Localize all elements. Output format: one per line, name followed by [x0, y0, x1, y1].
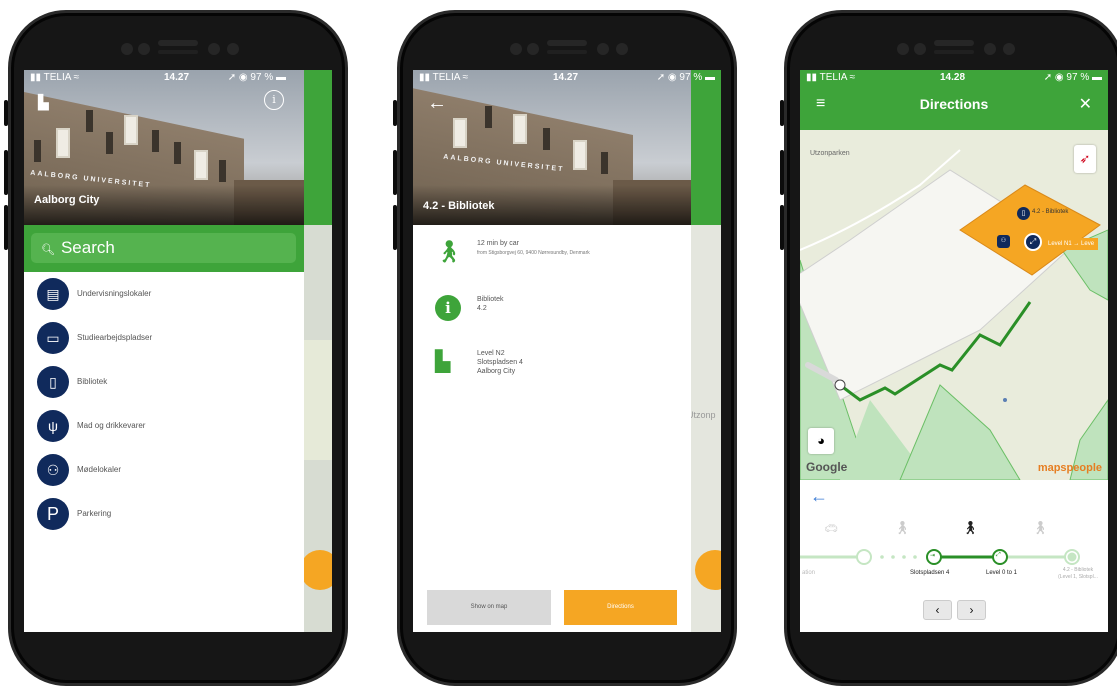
category-label: Mad og drikkevarer — [77, 421, 146, 430]
lectern-icon: ▤ — [37, 278, 69, 310]
screen: AALBORG UNIVERSITET Aalborg City ▙ i ▮▮ … — [24, 70, 332, 632]
category-label: Parkering — [77, 509, 112, 518]
battery-label: ➚ ◉ 97 % ▬ — [227, 72, 286, 83]
phone-directions: ≡ Directions ✕ ▮▮ TELIA ≈ 14.28 ➚ ◉ 97 %… — [776, 0, 1117, 693]
carrier-label: ▮▮ TELIA ≈ — [419, 72, 469, 83]
travel-time: 12 min by car — [477, 240, 520, 247]
carrier-label: ▮▮ TELIA ≈ — [806, 72, 856, 83]
step-label-1: Slotspladsen 4 — [910, 570, 950, 576]
status-bar: ▮▮ TELIA ≈ 14.28 ➚ ◉ 97 % ▬ — [800, 70, 1108, 86]
close-icon[interactable]: ✕ — [1079, 94, 1092, 114]
carrier-label: ▮▮ TELIA ≈ — [30, 72, 80, 83]
category-item[interactable]: P Parkering — [37, 498, 297, 534]
map-peek-label: Utzonp — [687, 410, 716, 420]
compass-icon[interactable]: ➶ — [1074, 145, 1096, 173]
status-bar: ▮▮ TELIA ≈ 14.27 ➚ ◉ 97 % ▬ — [24, 70, 332, 86]
library-poi-icon[interactable]: ▯ — [1017, 207, 1030, 220]
phone-details: Utzonp AALBORG UNIVERSITET 4.2 - Bibliot… — [389, 0, 749, 693]
category-label: Bibliotek — [77, 377, 108, 386]
location-name: Bibliotek — [477, 296, 504, 303]
parking-icon: P — [37, 498, 69, 530]
info-icon: i — [435, 295, 461, 321]
location-title: 4.2 - Bibliotek — [423, 200, 495, 212]
building-icon[interactable]: ▙ — [38, 94, 49, 111]
cutlery-icon: ψ — [37, 410, 69, 442]
book-icon: ▯ — [37, 366, 69, 398]
show-on-map-button[interactable]: Show on map — [427, 590, 551, 625]
computer-icon: ▭ — [37, 322, 69, 354]
step-label-2: Level 0 to 1 — [986, 570, 1018, 576]
category-label: Mødelokaler — [77, 465, 122, 474]
category-item[interactable]: ▭ Studiearbejdspladser — [37, 322, 297, 358]
poi-label: 4.2 - Bibliotek — [1032, 209, 1069, 215]
back-arrow-icon[interactable]: ← — [810, 486, 828, 507]
phone-menu: AALBORG UNIVERSITET Aalborg City ▙ i ▮▮ … — [0, 0, 360, 693]
phone-sensors — [492, 35, 642, 61]
map-canvas — [800, 149, 1108, 480]
status-time: 14.28 — [940, 72, 966, 83]
venue-title: Aalborg City — [34, 194, 100, 206]
park-label: Utzonparken — [810, 150, 850, 157]
car-icon: 🚗︎ — [824, 523, 838, 535]
route-steps-panel: ← 🚗︎ 🚶︎ 🚶︎ 🚶︎ ⇥ ⤢ ation Slotspladsen 4 L… — [800, 480, 1108, 632]
category-item[interactable]: ⚇ Mødelokaler — [37, 454, 297, 490]
travel-origin: from Stigsborgvej 60, 9400 Nørresundby, … — [477, 250, 590, 256]
level-tag: Level N1 → Leve — [1044, 238, 1099, 250]
phone-sensors — [879, 35, 1029, 61]
building-icon: ▙ — [435, 351, 451, 373]
header-photo: AALBORG UNIVERSITET 4.2 - Bibliotek ← — [413, 70, 691, 225]
category-item[interactable]: ψ Mad og drikkevarer — [37, 410, 297, 446]
battery-label: ➚ ◉ 97 % ▬ — [656, 72, 715, 83]
search-icon: 🔍︎ — [41, 244, 55, 256]
google-logo: Google — [806, 460, 848, 474]
status-bar: ▮▮ TELIA ≈ 14.27 ➚ ◉ 97 % ▬ — [413, 70, 721, 86]
directions-title: Directions — [919, 96, 989, 112]
next-step-button[interactable]: › — [957, 600, 986, 620]
battery-label: ➚ ◉ 97 % ▬ — [1043, 72, 1102, 83]
mapspeople-logo: mapspeople — [1037, 462, 1102, 474]
category-label: Studiearbejdspladser — [77, 333, 153, 342]
details-panel: 🚶︎ 12 min by car from Stigsborgvej 60, 94… — [413, 225, 691, 632]
step-label-3: 4.2 - Bibliotek (Level 1, Slotspl... — [1058, 567, 1098, 580]
map-peek: Utzonp — [687, 70, 721, 632]
walk-icon-faded: 🚶︎ — [1032, 520, 1049, 535]
search-input[interactable]: 🔍︎ Search — [31, 233, 296, 263]
venue-label: Aalborg City — [477, 368, 516, 375]
category-label: Undervisningslokaler — [77, 289, 152, 298]
search-bar: 🔍︎ Search — [24, 225, 304, 272]
category-item[interactable]: ▯ Bibliotek — [37, 366, 297, 402]
walking-icon: 🚶︎ — [435, 239, 463, 264]
indoor-map[interactable]: Utzonparken ▯ 4.2 - Bibliotek ⚇ ⤢ Level … — [800, 130, 1108, 480]
back-arrow-icon[interactable]: ← — [427, 92, 447, 115]
level-label: Level N2 — [477, 350, 505, 357]
screen: Utzonp AALBORG UNIVERSITET 4.2 - Bibliot… — [413, 70, 721, 632]
previous-step-button[interactable]: ‹ — [923, 600, 952, 620]
elevator-marker-icon[interactable]: ⤢ — [1024, 233, 1042, 251]
status-time: 14.27 — [164, 72, 190, 83]
header-photo: AALBORG UNIVERSITET Aalborg City ▙ i — [24, 70, 304, 225]
elevator-icon: ⤢ — [996, 552, 1001, 558]
meeting-poi-icon[interactable]: ⚇ — [997, 235, 1010, 248]
walk-icon-active: 🚶︎ — [962, 520, 979, 535]
entrance-icon: ⇥ — [930, 553, 936, 559]
walk-icon-faded: 🚶︎ — [894, 520, 911, 535]
info-icon[interactable]: i — [264, 90, 284, 110]
category-list: ▤ Undervisningslokaler ▭ Studiearbejdspl… — [24, 272, 304, 632]
location-code: 4.2 — [477, 305, 487, 312]
directions-button[interactable]: Directions — [564, 590, 677, 625]
search-placeholder: Search — [60, 238, 115, 257]
street-label: Slotspladsen 4 — [477, 359, 523, 366]
category-item[interactable]: ▤ Undervisningslokaler — [37, 278, 297, 314]
phone-sensors — [103, 35, 253, 61]
recenter-icon[interactable]: ◕ — [808, 428, 834, 454]
step-label-start: ation — [802, 570, 816, 576]
screen: ≡ Directions ✕ ▮▮ TELIA ≈ 14.28 ➚ ◉ 97 %… — [800, 70, 1108, 632]
meeting-icon: ⚇ — [37, 454, 69, 486]
status-time: 14.27 — [553, 72, 579, 83]
